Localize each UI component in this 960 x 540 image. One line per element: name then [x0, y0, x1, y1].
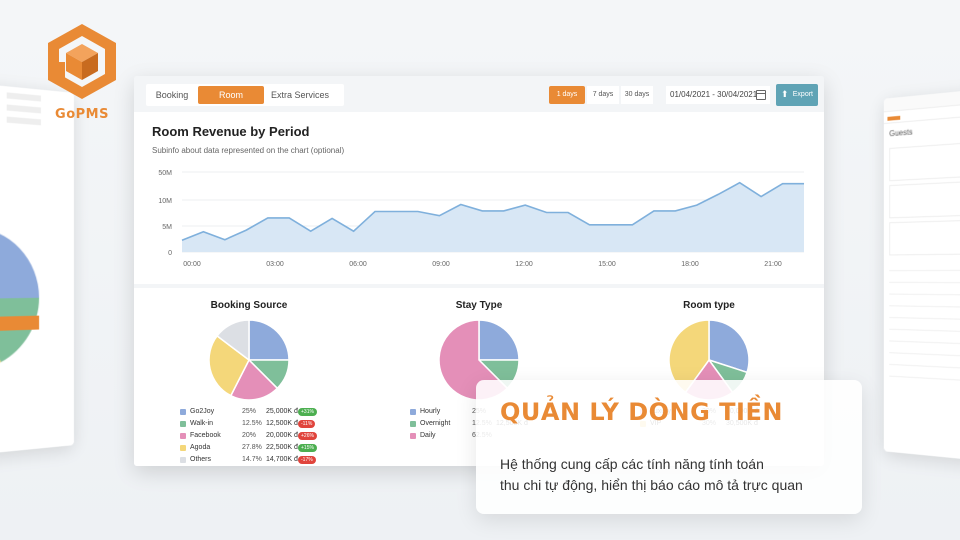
- legend-pct: 12.5%: [242, 418, 262, 430]
- pie-slice: [479, 320, 519, 360]
- callout-body: Hệ thống cung cấp các tính năng tính toá…: [500, 454, 860, 496]
- callout-title: QUẢN LÝ DÒNG TIỀN: [500, 398, 783, 426]
- y-tick-label: 50M: [158, 170, 172, 177]
- legend-amount: 14,700K đ: [266, 454, 298, 466]
- cube-logo-icon: [44, 22, 120, 100]
- preview-pie: [0, 225, 39, 375]
- range-7-days[interactable]: 7 days: [587, 86, 619, 104]
- legend-name: Others: [190, 454, 211, 466]
- brand-name: GoPMS: [44, 107, 120, 122]
- x-tick-label: 21:00: [764, 261, 782, 268]
- pie-title: Booking Source: [134, 300, 364, 311]
- legend-name: Agoda: [190, 442, 210, 454]
- checkbox-icon[interactable]: [180, 421, 186, 427]
- pie-title: Room type: [594, 300, 824, 311]
- tab-room[interactable]: Room: [198, 86, 264, 104]
- revenue-line-chart: 0 5M 10M 50M 00:00 03:00 06:00 09:00 12:00 15:00 1…: [134, 162, 824, 284]
- x-tick-label: 15:00: [598, 261, 616, 268]
- callout-line-1: Hệ thống cung cấp các tính năng tính toá…: [500, 454, 860, 475]
- calendar-icon: [756, 90, 766, 100]
- legend-row[interactable]: Facebook 20% 20,000K đ +26%: [180, 430, 350, 442]
- range-30-days[interactable]: 30 days: [621, 86, 653, 104]
- legend-pct: 25%: [242, 406, 256, 418]
- legend-pct: 27.8%: [242, 442, 262, 454]
- checkbox-icon[interactable]: [180, 433, 186, 439]
- range-selector: 1 days 7 days 30 days: [549, 86, 655, 104]
- pie-booking-source: Booking Source Go2Joy 25% 25,000K đ +31% Wal…: [134, 288, 364, 466]
- brand-logo: GoPMS: [44, 22, 120, 122]
- legend-pct: 14.7%: [242, 454, 262, 466]
- chart-subtitle: Subinfo about data represented on the ch…: [152, 146, 344, 155]
- legend-amount: 22,500K đ: [266, 442, 298, 454]
- preview-orange-bar: [0, 316, 39, 332]
- right-preview-panel: Guests: [884, 89, 960, 461]
- x-tick-label: 18:00: [681, 261, 699, 268]
- change-badge: +26%: [298, 432, 317, 440]
- chart-title: Room Revenue by Period: [152, 124, 309, 139]
- toolbar: Booking Room Extra Services 1 days 7 day…: [134, 76, 824, 112]
- date-range-picker[interactable]: 01/04/2021 - 30/04/2021: [666, 86, 770, 104]
- legend-row[interactable]: Go2Joy 25% 25,000K đ +31%: [180, 406, 350, 418]
- checkbox-icon[interactable]: [410, 409, 416, 415]
- change-badge: -11%: [298, 420, 315, 428]
- legend-name: Overnight: [420, 418, 450, 430]
- legend-amount: 12,500K đ: [266, 418, 298, 430]
- pie-chart: [134, 318, 364, 404]
- x-tick-label: 06:00: [349, 261, 367, 268]
- x-tick-label: 03:00: [266, 261, 284, 268]
- checkbox-icon[interactable]: [410, 421, 416, 427]
- date-range-value: 01/04/2021 - 30/04/2021: [670, 90, 757, 99]
- tab-booking[interactable]: Booking: [146, 86, 198, 104]
- x-tick-label: 00:00: [183, 261, 201, 268]
- legend-name: Facebook: [190, 430, 221, 442]
- tab-extra-services[interactable]: Extra Services: [266, 86, 334, 104]
- left-preview-panel: [0, 83, 74, 455]
- checkbox-icon[interactable]: [180, 457, 186, 463]
- legend-name: Hourly: [420, 406, 440, 418]
- x-tick-label: 12:00: [515, 261, 533, 268]
- y-tick-label: 0: [168, 250, 172, 257]
- callout-line-2: thu chi tự động, hiển thị báo cáo mô tả …: [500, 475, 860, 496]
- checkbox-icon[interactable]: [410, 433, 416, 439]
- y-tick-label: 5M: [162, 224, 172, 231]
- change-badge: +31%: [298, 408, 317, 416]
- legend-amount: 20,000K đ: [266, 430, 298, 442]
- range-1-days[interactable]: 1 days: [549, 86, 585, 104]
- pie-title: Stay Type: [364, 300, 594, 311]
- change-badge: -17%: [298, 456, 316, 464]
- pie-legend: Go2Joy 25% 25,000K đ +31% Walk-in 12.5% 12,500…: [180, 406, 350, 466]
- checkbox-icon[interactable]: [180, 445, 186, 451]
- change-badge: +15%: [298, 444, 317, 452]
- legend-name: Go2Joy: [190, 406, 214, 418]
- legend-name: Daily: [420, 430, 436, 442]
- y-tick-label: 10M: [158, 198, 172, 205]
- checkbox-icon[interactable]: [180, 409, 186, 415]
- revenue-panel: Room Revenue by Period Subinfo about dat…: [134, 112, 824, 284]
- feature-callout: QUẢN LÝ DÒNG TIỀN Hệ thống cung cấp các …: [476, 380, 862, 514]
- legend-row[interactable]: Agoda 27.8% 22,500K đ +15%: [180, 442, 350, 454]
- legend-pct: 20%: [242, 430, 256, 442]
- legend-name: Walk-in: [190, 418, 213, 430]
- export-button[interactable]: ⬆ Export: [776, 84, 818, 106]
- pie-slice: [249, 320, 289, 360]
- x-tick-label: 09:00: [432, 261, 450, 268]
- report-tabs: Booking Room Extra Services: [146, 84, 344, 106]
- legend-amount: 25,000K đ: [266, 406, 298, 418]
- export-label: Export: [793, 91, 813, 98]
- legend-row[interactable]: Walk-in 12.5% 12,500K đ -11%: [180, 418, 350, 430]
- download-icon: ⬆: [781, 90, 789, 99]
- legend-row[interactable]: Others 14.7% 14,700K đ -17%: [180, 454, 350, 466]
